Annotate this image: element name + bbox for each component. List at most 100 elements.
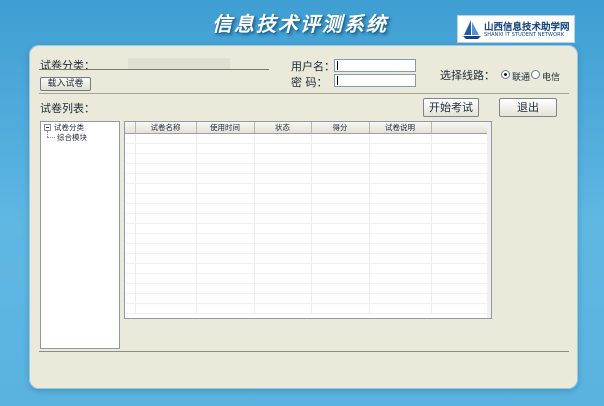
column-header-score[interactable]: 得分 [311, 122, 370, 134]
column-header-name[interactable]: 试卷名称 [135, 122, 197, 134]
table-cell [125, 173, 136, 184]
table-cell [311, 263, 370, 274]
table-cell [125, 153, 136, 164]
table-cell [311, 243, 370, 254]
paper-list-label: 试卷列表： [40, 102, 95, 115]
tree-node-child[interactable]: 综合模块 [57, 132, 87, 143]
app-title: 信息技术评测系统 [212, 12, 388, 36]
table-cell [196, 203, 255, 214]
table-cell [254, 263, 312, 274]
load-paper-button[interactable]: 载入试卷 [40, 77, 91, 91]
start-exam-button[interactable]: 开始考试 [423, 98, 479, 117]
table-cell [254, 213, 312, 224]
text-caret [337, 60, 338, 70]
table-cell [254, 273, 312, 284]
table-cell [125, 193, 136, 204]
row-selector-header [125, 122, 136, 134]
table-row[interactable] [125, 303, 489, 314]
column-header-time[interactable]: 使用时间 [196, 122, 255, 134]
table-cell [135, 273, 197, 284]
table-cell [125, 293, 136, 304]
table-cell [311, 163, 370, 174]
table-cell [254, 203, 312, 214]
table-scrollbar[interactable] [487, 122, 491, 318]
table-cell [196, 293, 255, 304]
table-row[interactable] [125, 253, 489, 264]
table-cell [196, 213, 255, 224]
table-row[interactable] [125, 243, 489, 254]
table-row[interactable] [125, 213, 489, 224]
table-row[interactable] [125, 133, 489, 144]
table-cell [431, 303, 489, 314]
table-cell [254, 233, 312, 244]
table-cell [431, 263, 489, 274]
table-cell [125, 303, 136, 314]
table-cell [135, 243, 197, 254]
sail-logo-icon [463, 20, 481, 39]
table-row[interactable] [125, 203, 489, 214]
table-cell [311, 293, 370, 304]
table-cell [431, 213, 489, 224]
password-label: 密 码： [291, 76, 328, 89]
table-cell [135, 253, 197, 264]
table-cell [311, 213, 370, 224]
line-option-telecom-radio[interactable] [531, 70, 540, 79]
table-cell [369, 223, 432, 234]
table-cell [369, 293, 432, 304]
table-cell [196, 283, 255, 294]
table-cell [431, 193, 489, 204]
table-cell [311, 223, 370, 234]
table-cell [196, 263, 255, 274]
table-cell [196, 153, 255, 164]
exit-button[interactable]: 退出 [499, 98, 557, 117]
table-cell [135, 203, 197, 214]
password-field[interactable] [334, 74, 416, 87]
table-cell [431, 203, 489, 214]
line-option-unicom-radio[interactable] [501, 70, 510, 79]
table-cell [196, 233, 255, 244]
table-cell [311, 253, 370, 264]
table-cell [135, 153, 197, 164]
table-cell [311, 173, 370, 184]
table-row[interactable] [125, 273, 489, 284]
table-cell [431, 283, 489, 294]
tree-collapse-icon[interactable] [44, 124, 51, 131]
table-cell [431, 173, 489, 184]
table-cell [196, 163, 255, 174]
table-cell [135, 163, 197, 174]
table-row[interactable] [125, 193, 489, 204]
table-cell [254, 173, 312, 184]
table-cell [135, 133, 197, 144]
table-cell [135, 183, 197, 194]
logo-name: 山西信息技术助学网 [484, 22, 570, 33]
table-cell [196, 183, 255, 194]
table-cell [125, 223, 136, 234]
table-row[interactable] [125, 263, 489, 274]
table-row[interactable] [125, 143, 489, 154]
table-row[interactable] [125, 153, 489, 164]
table-cell [369, 263, 432, 274]
table-cell [311, 283, 370, 294]
username-field[interactable] [334, 59, 416, 72]
table-cell [311, 153, 370, 164]
table-cell [431, 233, 489, 244]
table-cell [431, 223, 489, 234]
table-row[interactable] [125, 283, 489, 294]
table-cell [369, 183, 432, 194]
table-row[interactable] [125, 163, 489, 174]
table-cell [135, 213, 197, 224]
table-cell [135, 173, 197, 184]
table-cell [135, 303, 197, 314]
table-cell [369, 153, 432, 164]
column-header-status[interactable]: 状态 [254, 122, 312, 134]
column-header-description[interactable]: 试卷说明 [369, 122, 432, 134]
table-row[interactable] [125, 183, 489, 194]
table-row[interactable] [125, 223, 489, 234]
table-row[interactable] [125, 293, 489, 304]
table-row[interactable] [125, 173, 489, 184]
line-option-unicom-label: 联通 [512, 73, 531, 83]
table-cell [196, 133, 255, 144]
table-row[interactable] [125, 233, 489, 244]
table-cell [196, 273, 255, 284]
table-cell [135, 223, 197, 234]
